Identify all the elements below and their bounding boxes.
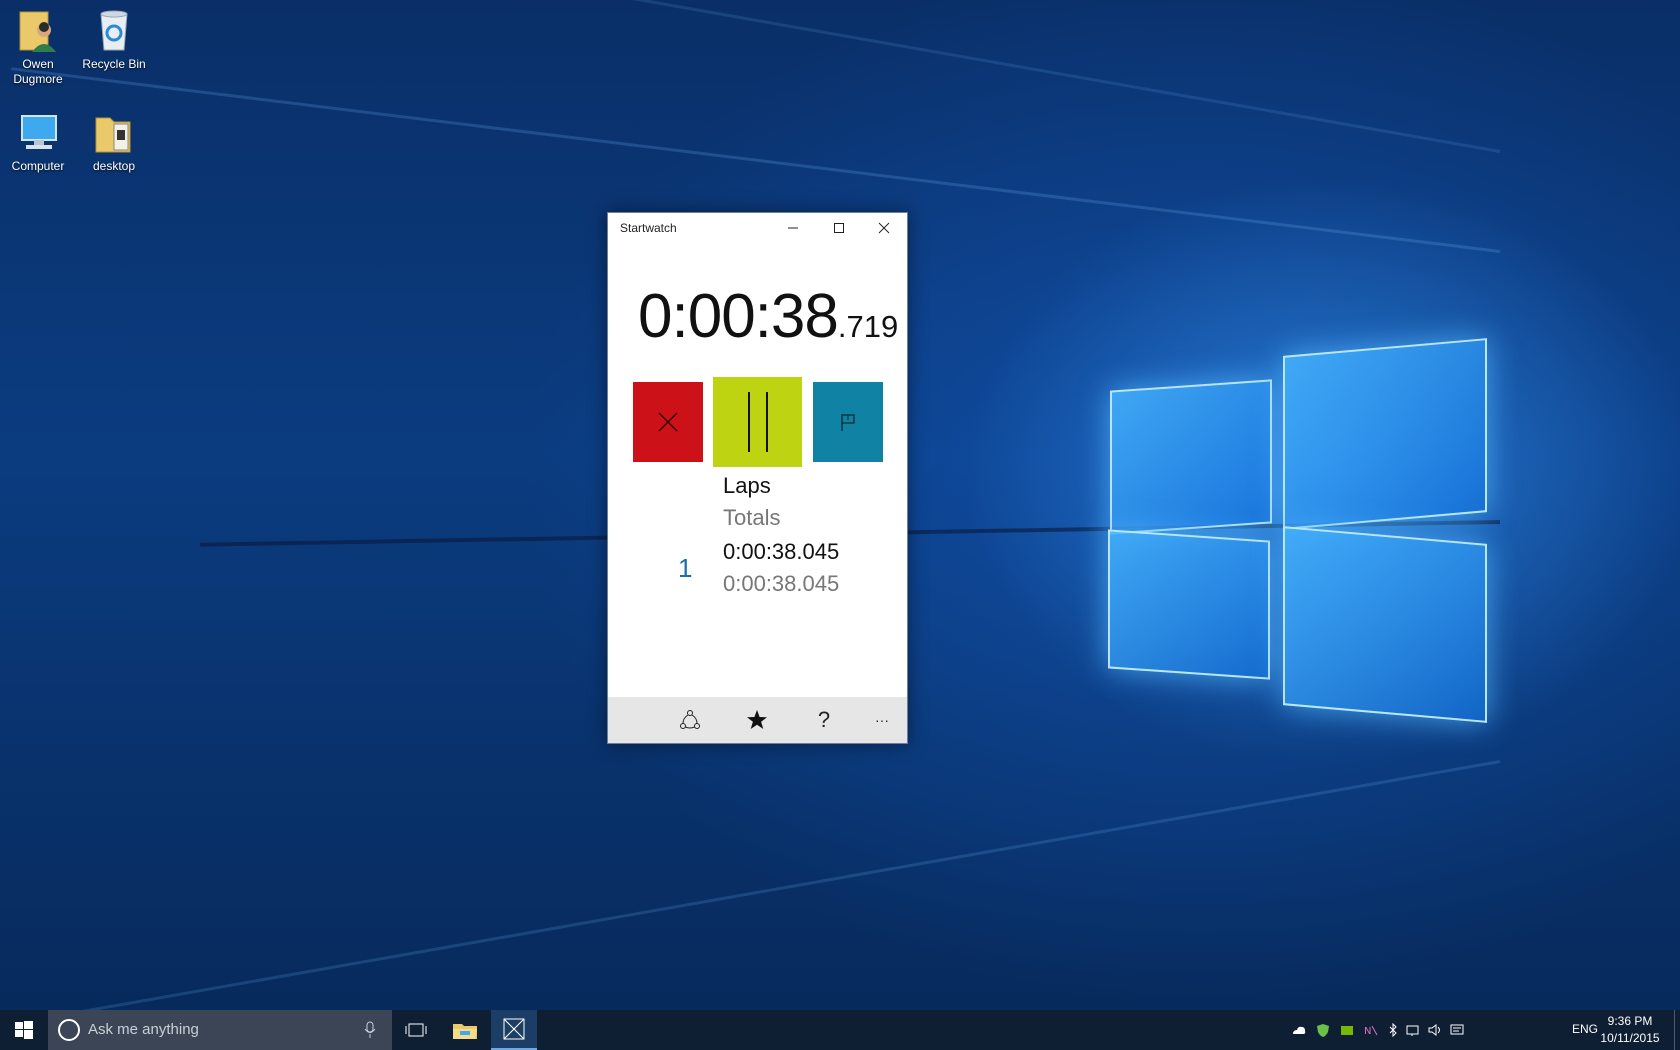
elapsed-time-milliseconds: .719 [837, 309, 899, 344]
more-button[interactable]: ··· [854, 697, 910, 743]
desktop-icon-computer[interactable]: Computer [0, 110, 76, 174]
clock-time[interactable]: 9:36 PM [1590, 1014, 1670, 1028]
desktop-icon-label: Owen Dugmore [13, 57, 63, 86]
minimize-button[interactable] [770, 213, 816, 243]
computer-icon [14, 110, 62, 156]
task-view-button[interactable] [393, 1010, 439, 1050]
cortana-icon [58, 1019, 80, 1041]
action-center-icon[interactable] [1450, 1023, 1464, 1037]
minimize-icon [788, 227, 798, 229]
favorite-button[interactable] [729, 697, 785, 743]
logo-pane [1110, 379, 1272, 535]
search-placeholder: Ask me anything [88, 1021, 199, 1038]
light-beam [317, 0, 1501, 153]
totals-header: Totals [723, 505, 781, 530]
taskbar: Ask me anything N ENG 9:36 PM 10/11/2015 [0, 1010, 1680, 1050]
desktop-icon-recycle-bin[interactable]: Recycle Bin [76, 8, 152, 72]
system-tray: N ENG 9:36 PM 10/11/2015 [1260, 1010, 1680, 1050]
windows-start-icon [15, 1021, 33, 1039]
folder-icon [90, 110, 138, 156]
share-icon [680, 710, 700, 729]
help-button[interactable]: ? [796, 697, 852, 743]
maximize-icon [834, 223, 844, 233]
desktop-icon-label: Computer [11, 159, 65, 173]
recycle-bin-icon [90, 8, 138, 54]
start-button[interactable] [0, 1010, 48, 1050]
desktop-icon-user-folder[interactable]: Owen Dugmore [0, 8, 76, 87]
clock-date[interactable]: 10/11/2015 [1590, 1031, 1670, 1045]
desktop-icon-desktop-folder[interactable]: desktop [76, 110, 152, 174]
lap-total-time: 0:00:38.045 [723, 571, 840, 596]
logo-pane [1283, 526, 1487, 723]
share-button[interactable] [662, 697, 718, 743]
title-bar[interactable]: Startwatch [608, 213, 907, 243]
pause-button[interactable] [713, 377, 802, 467]
task-view-icon [405, 1023, 427, 1037]
nvidia-icon[interactable] [1340, 1023, 1354, 1037]
star-icon [747, 710, 767, 729]
window-title: Startwatch [620, 221, 677, 235]
laps-header: Laps [723, 473, 771, 498]
taskbar-startwatch[interactable] [491, 1010, 537, 1050]
cortana-search-box[interactable]: Ask me anything [48, 1010, 392, 1050]
close-icon [878, 222, 890, 234]
security-shield-icon[interactable] [1316, 1023, 1330, 1037]
lap-button[interactable] [813, 382, 883, 462]
desktop-icon-label: Recycle Bin [82, 57, 146, 71]
microphone-icon[interactable] [364, 1021, 376, 1039]
lap-time: 0:00:38.045 [723, 539, 840, 564]
close-x-icon [658, 412, 678, 432]
svg-text:N: N [1364, 1026, 1371, 1037]
pause-icon [747, 392, 768, 452]
desktop-icon-label: desktop [92, 159, 136, 173]
file-explorer-icon [453, 1024, 477, 1039]
lap-number: 1 [678, 553, 693, 583]
startwatch-app-icon [503, 1018, 525, 1040]
light-beam [22, 760, 1501, 1010]
taskbar-file-explorer[interactable] [442, 1010, 488, 1050]
app-command-bar: ? ··· [608, 697, 907, 743]
show-desktop-button[interactable] [1674, 1010, 1680, 1050]
logo-pane [1283, 338, 1487, 530]
elapsed-time-main: 0:00:38 [638, 282, 839, 351]
close-button[interactable] [861, 213, 907, 243]
flag-icon [841, 414, 855, 431]
network-icon[interactable] [1406, 1023, 1420, 1037]
maximize-button[interactable] [816, 213, 862, 243]
volume-icon[interactable] [1428, 1023, 1442, 1037]
windows-logo [1095, 335, 1505, 725]
user-folder-icon [14, 8, 62, 54]
onedrive-icon[interactable] [1292, 1023, 1306, 1037]
startwatch-window: Startwatch 0:00:38.719 Laps Totals 1 0:0… [607, 212, 908, 744]
nx-icon[interactable]: N [1364, 1023, 1378, 1037]
bluetooth-icon[interactable] [1386, 1023, 1400, 1037]
logo-pane [1108, 529, 1270, 680]
elapsed-time-display: 0:00:38.719 [638, 281, 900, 352]
reset-button[interactable] [633, 382, 703, 462]
